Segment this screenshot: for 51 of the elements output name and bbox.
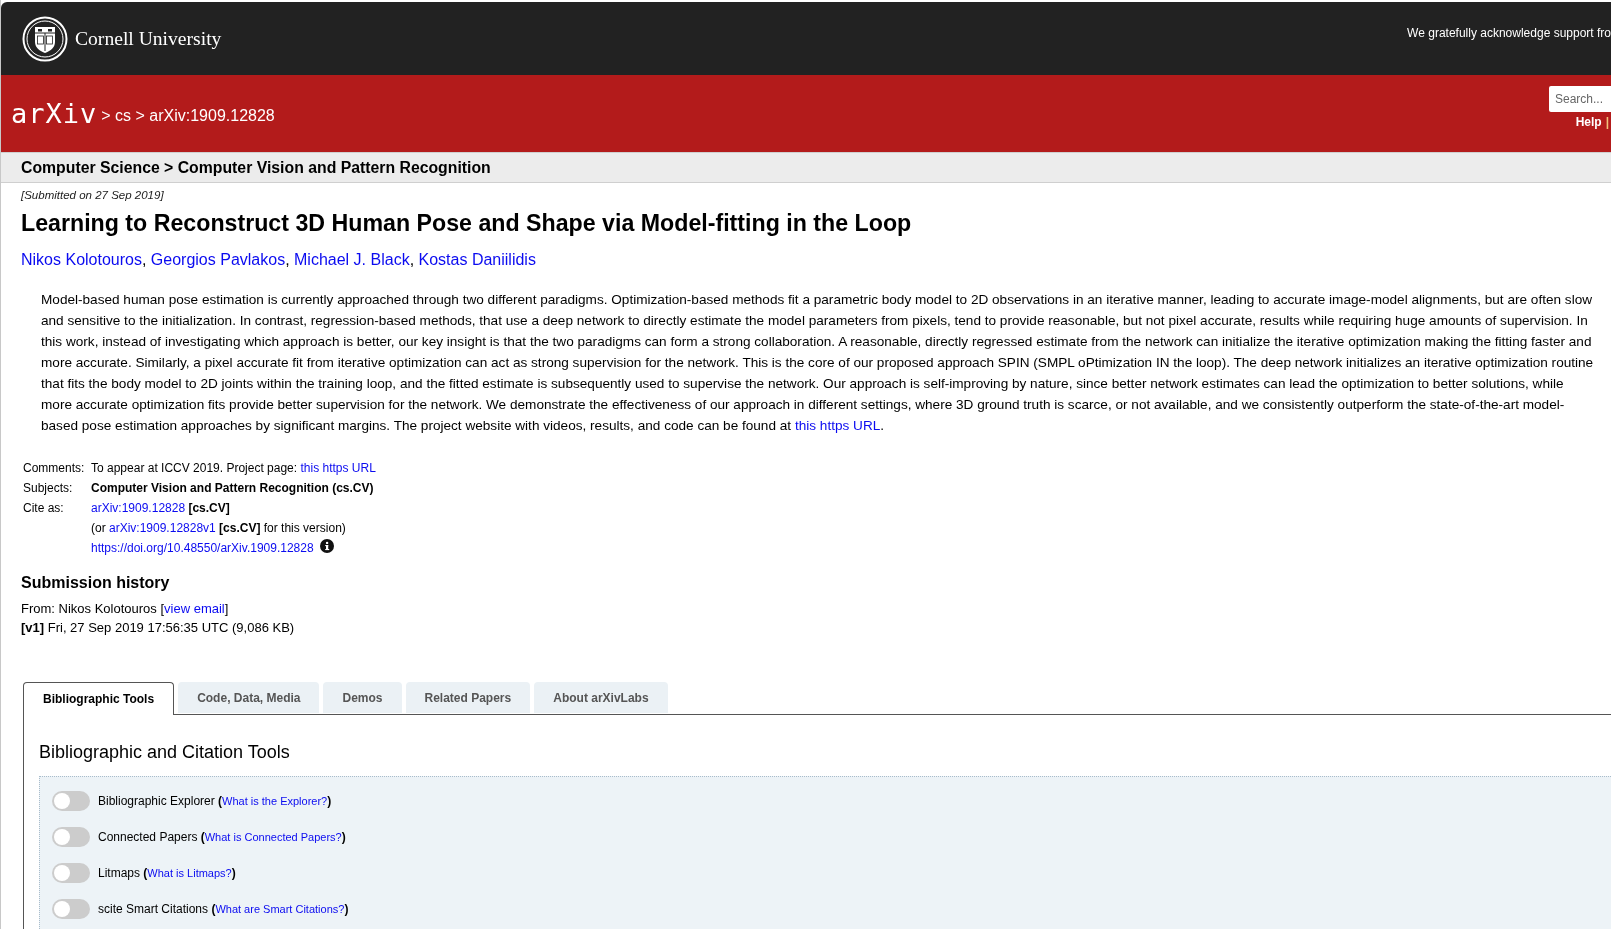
breadcrumb-text: > cs > arXiv:1909.12828: [101, 106, 275, 125]
tab[interactable]: About arXivLabs: [534, 682, 668, 713]
tool-label: scite Smart Citations (What are Smart Citations?): [98, 902, 349, 916]
tab[interactable]: Demos: [323, 682, 402, 713]
info-icon[interactable]: [319, 539, 334, 553]
help-link[interactable]: What is Litmaps?: [147, 867, 232, 879]
author-link[interactable]: Michael J. Black: [294, 251, 410, 268]
metadata-label: Subjects:: [23, 480, 74, 497]
history-heading: Submission history: [21, 573, 171, 593]
toggle-switch[interactable]: [52, 863, 90, 883]
tool-label: Connected Papers (What is Connected Papers?): [98, 830, 346, 844]
metadata-link[interactable]: arXiv:1909.12828: [91, 501, 186, 515]
history-line: From: Nikos Kolotouros [view email]: [21, 600, 230, 618]
metadata-value: To appear at ICCV 2019. Project page: this https URL: [91, 460, 376, 477]
metadata-link[interactable]: https://doi.org/10.48550/arXiv.1909.12828: [91, 541, 314, 555]
site-logo[interactable]: arXiv: [11, 97, 98, 130]
toggle-switch[interactable]: [52, 827, 90, 847]
shield-seal-icon: [22, 15, 68, 62]
help-link[interactable]: What is Connected Papers?: [204, 831, 342, 843]
support-notice: We gratefully acknowledge support fro: [1407, 26, 1611, 40]
metadata-value: Computer Vision and Pattern Recognition (cs.CV): [91, 480, 374, 497]
tab[interactable]: Code, Data, Media: [178, 682, 320, 713]
metadata-label: Cite as:: [23, 500, 65, 517]
tool-label: Litmaps (What is Litmaps?): [98, 866, 236, 880]
link-separator: |: [1605, 115, 1609, 129]
submission-date: [Submitted on 27 Sep 2019]: [21, 188, 165, 202]
toggle-switch[interactable]: [52, 791, 90, 811]
help-link[interactable]: What are Smart Citations?: [215, 903, 345, 915]
help-link[interactable]: Help: [1575, 115, 1602, 129]
metadata-link[interactable]: arXiv:1909.12828v1: [109, 521, 216, 535]
paper-title: Learning to Reconstruct 3D Human Pose and Shape via Model-fitting in the Loop: [21, 209, 913, 237]
metadata-value: arXiv:1909.12828 [cs.CV]: [91, 500, 230, 517]
history-line: [v1] Fri, 27 Sep 2019 17:56:35 UTC (9,086 KB): [21, 619, 296, 637]
abstract-text: Model-based human pose estimation is currently approached through two different paradigms. Optimization-based methods fit a parametric body model to 2D observations in an iterative manner, leading to accurate image-model alignments, but are often slow and sensitive to the initialization. In contrast, regression-based methods, that use a deep network to directly estimate the model parameters from pixels, tend to provide reasonable, but not pixel accurate, results while requiring huge amounts of supervision. In this work, instead of investigating which approach is better, our key insight is that the two paradigms can form a strong collaboration. A reasonable, directly regressed estimate from the network can initialize the iterative optimization making the fitting faster and more accurate. Similarly, a pixel accurate fit from iterative optimization can act as strong supervision for the network. This is the core of our proposed approach SPIN (SMPL oPtimization IN the loop). The deep network initializes an iterative optimization routine that fits the body model to 2D joints within the training loop, and the fitted estimate is subsequently used to supervise the network. Our approach is self-improving by nature, since better network estimates can lead the optimization to better solutions, while more accurate optimization fits provide better supervision for the network. We demonstrate the effectiveness of our approach in different settings, where 3D ground truth is scarce, or not available, and we consistently outperform the state-of-the-art model-based pose estimation approaches by significant margins. The project website with videos, results, and code can be found at this https URL.: [41, 291, 1595, 435]
author-list: Nikos Kolotouros, Georgios Pavlakos, Michael J. Black, Kostas Daniilidis: [21, 250, 1611, 270]
tab[interactable]: Bibliographic Tools: [23, 682, 175, 715]
author-link[interactable]: Kostas Daniilidis: [418, 251, 536, 268]
tool-label: Bibliographic Explorer (What is the Explorer?): [98, 794, 332, 808]
institution-name: Cornell University: [75, 27, 222, 50]
email-link[interactable]: view email: [164, 601, 225, 616]
author-link[interactable]: Nikos Kolotouros: [21, 251, 142, 268]
panel-heading: Bibliographic and Citation Tools: [39, 741, 291, 763]
metadata-value: (or arXiv:1909.12828v1 [cs.CV] for this version): [91, 520, 346, 537]
tab[interactable]: Related Papers: [405, 682, 531, 713]
metadata-label: Comments:: [23, 460, 86, 477]
toggle-switch[interactable]: [52, 899, 90, 919]
metadata-link[interactable]: this https URL: [300, 461, 376, 475]
category-path: Computer Science > Computer Vision and Pattern Recognition: [21, 158, 491, 177]
author-link[interactable]: Georgios Pavlakos: [150, 251, 286, 268]
search-field[interactable]: Search...: [1549, 86, 1611, 112]
help-link[interactable]: What is the Explorer?: [222, 795, 328, 807]
